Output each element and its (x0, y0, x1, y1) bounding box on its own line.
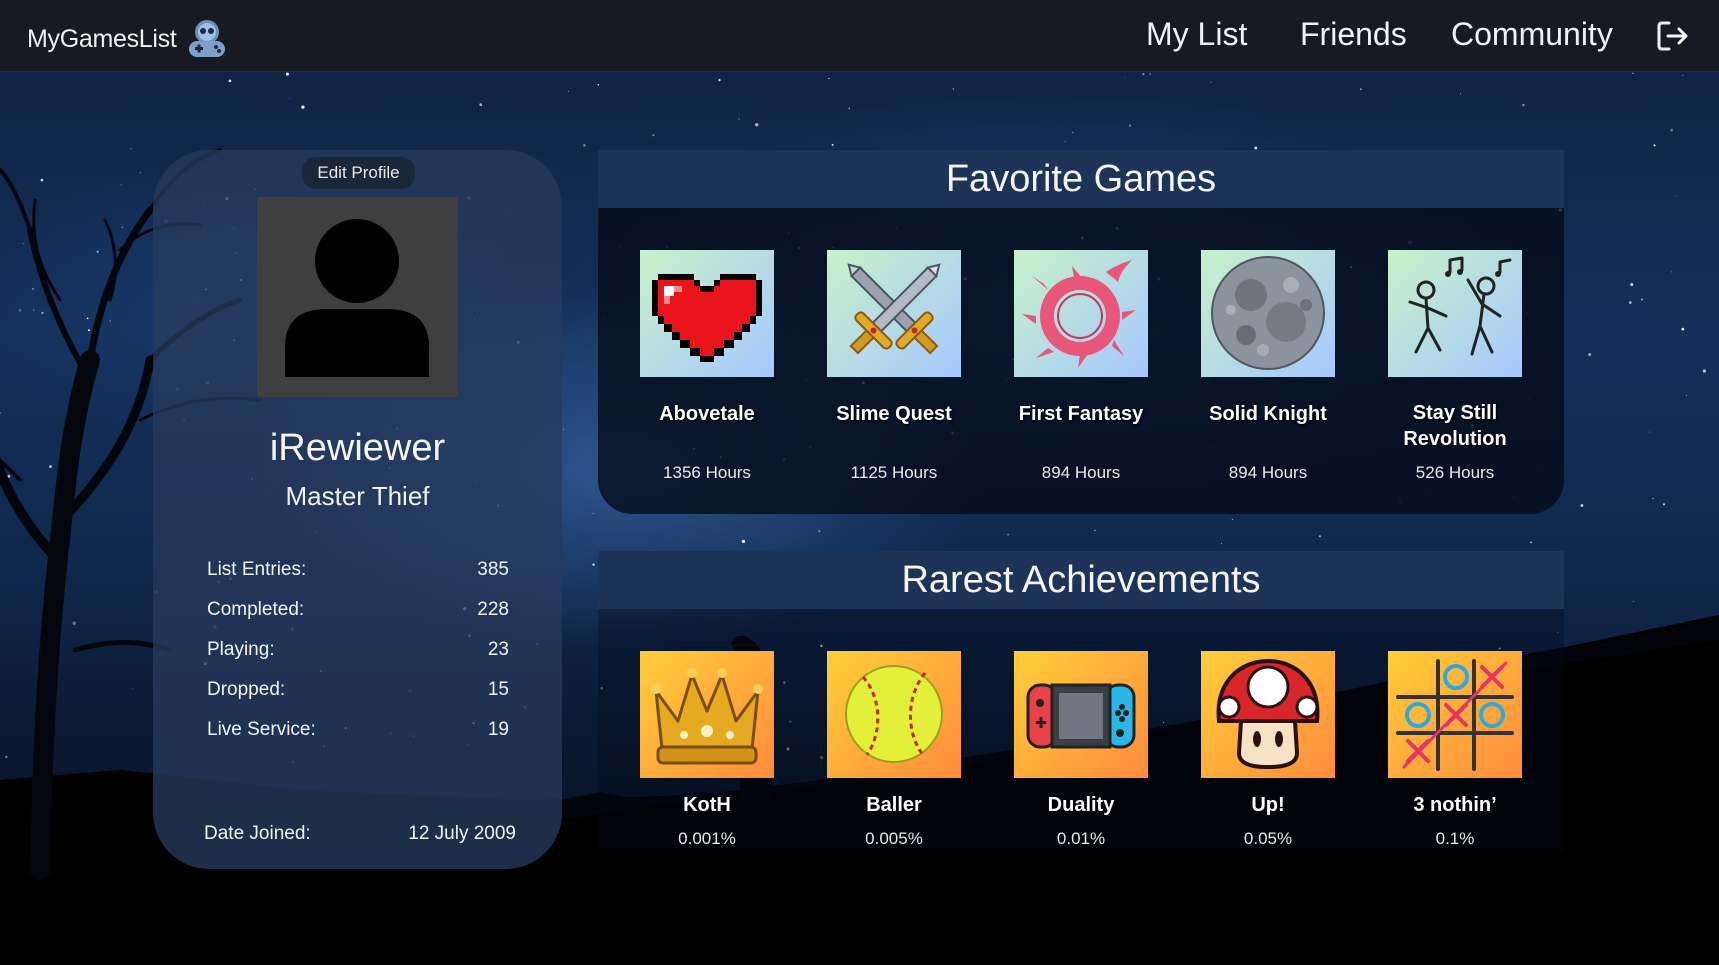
stat-row: List Entries: 385 (207, 559, 509, 581)
profile-username: iRewiewer (269, 427, 446, 469)
stat-value: 23 (487, 639, 509, 660)
stat-label: Completed: (207, 599, 305, 620)
flame-ring-icon (1022, 260, 1136, 368)
avatar[interactable] (257, 197, 458, 397)
stat-label: Live Service: (207, 719, 316, 740)
favorite-game-hours: 1125 Hours (850, 463, 938, 482)
stat-label: List Entries: (207, 559, 307, 580)
top-navigation-bar: MyGamesList My List Friends Community (0, 0, 1719, 72)
nav-my-list[interactable]: My List (1146, 16, 1247, 53)
stat-row: Dropped: 15 (207, 679, 509, 701)
favorite-game-name: Slime Quest (836, 403, 952, 425)
robot-gamepad-logo-icon (188, 20, 225, 57)
achievement-rarity: 0.005% (865, 829, 923, 848)
favorite-game-name: Stay Still Revolution (1403, 402, 1507, 450)
logout-icon[interactable] (1655, 18, 1691, 54)
crown-icon (651, 668, 763, 765)
stat-value: 15 (487, 679, 509, 700)
achievement-rarity: 0.001% (678, 829, 736, 848)
rarest-achievements-heading: Rarest Achievements (598, 551, 1564, 609)
dancers-icon (1408, 256, 1512, 356)
crossed-swords-icon (847, 263, 941, 355)
favorite-game-tile[interactable] (827, 250, 961, 377)
favorite-games-heading: Favorite Games (598, 150, 1564, 208)
achievement-tile[interactable] (1014, 651, 1148, 778)
achievement-rarity: 0.05% (1243, 829, 1293, 848)
achievement-name: 3 nothin’ (1413, 794, 1497, 816)
stat-value: 385 (477, 559, 509, 580)
stat-row: Playing: 23 (207, 639, 509, 661)
favorite-game-hours: 894 Hours (1228, 463, 1308, 482)
stat-value: 228 (477, 599, 509, 620)
tic-tac-toe-icon (1396, 659, 1514, 771)
stat-row: Completed: 228 (207, 599, 509, 621)
profile-title: Master Thief (285, 481, 430, 511)
favorite-game-name: Abovetale (659, 403, 755, 425)
achievement-rarity: 0.01% (1056, 829, 1106, 848)
stat-row: Live Service: 19 (207, 719, 509, 741)
edit-profile-button[interactable]: Edit Profile (302, 157, 415, 189)
favorite-game-tile[interactable] (1201, 250, 1335, 377)
favorite-game-hours: 1356 Hours (663, 463, 751, 482)
date-joined-row: Date Joined: 12 July 2009 (204, 823, 516, 845)
pixel-heart-icon (652, 274, 762, 362)
achievement-tile[interactable] (827, 651, 961, 778)
stat-label: Dropped: (207, 679, 286, 700)
achievement-rarity: 0.1% (1435, 829, 1475, 848)
favorite-game-tile[interactable] (1388, 250, 1522, 377)
achievement-name: Baller (866, 794, 922, 816)
favorite-game-hours: 894 Hours (1041, 463, 1121, 482)
date-joined-label: Date Joined: (204, 823, 311, 844)
brand-name: MyGamesList (27, 24, 177, 53)
moon-icon (1211, 256, 1325, 370)
favorite-game-tile[interactable] (640, 250, 774, 377)
favorite-game-tile[interactable] (1014, 250, 1148, 377)
handheld-console-icon (1026, 683, 1136, 749)
achievement-name: KotH (683, 794, 731, 816)
mushroom-icon (1216, 658, 1320, 770)
favorite-game-hours: 526 Hours (1415, 463, 1495, 482)
date-joined-value: 12 July 2009 (408, 823, 516, 844)
achievement-name: Duality (1047, 794, 1115, 816)
user-silhouette-icon (285, 219, 429, 377)
achievement-tile[interactable] (1201, 651, 1335, 778)
stat-value: 19 (487, 719, 509, 740)
achievement-tile[interactable] (640, 651, 774, 778)
brand[interactable]: MyGamesList (27, 17, 229, 61)
nav-community[interactable]: Community (1451, 16, 1613, 53)
softball-icon (845, 665, 943, 763)
achievement-tile[interactable] (1388, 651, 1522, 778)
favorite-game-name: Solid Knight (1209, 403, 1327, 425)
favorite-game-name: First Fantasy (1018, 403, 1144, 425)
stat-label: Playing: (207, 639, 275, 660)
nav-friends[interactable]: Friends (1300, 16, 1407, 53)
achievement-name: Up! (1251, 794, 1285, 816)
